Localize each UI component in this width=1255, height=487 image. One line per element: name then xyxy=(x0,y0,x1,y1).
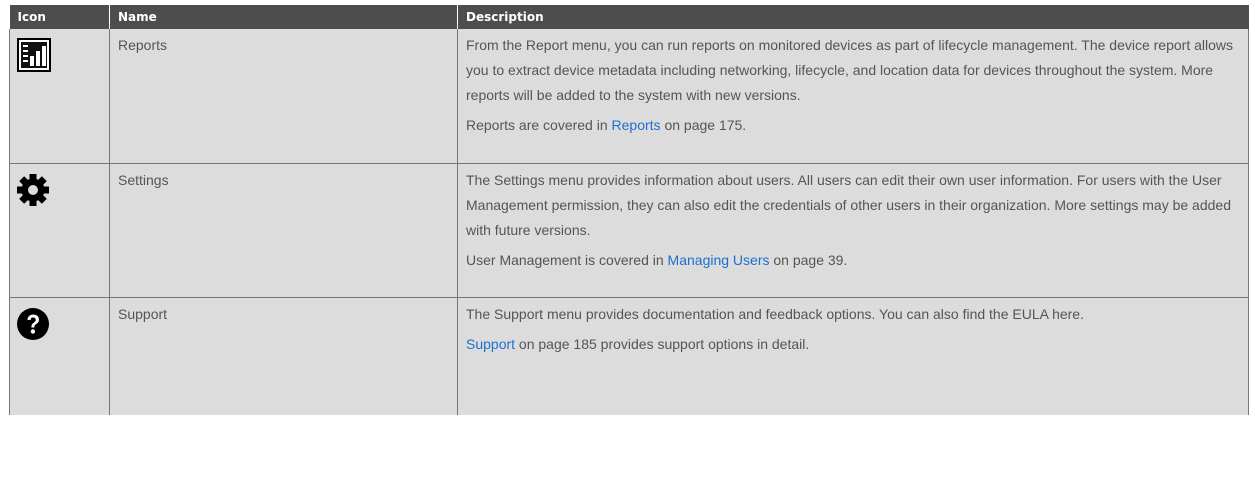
header-description: Description xyxy=(457,5,1249,29)
icon-cell xyxy=(9,29,110,164)
table-header-row: Icon Name Description xyxy=(9,5,1249,29)
row-name: Support xyxy=(109,297,458,415)
header-name: Name xyxy=(109,5,458,29)
row-name: Settings xyxy=(109,163,458,298)
reference-suffix: on page 185 provides support options in … xyxy=(515,336,810,352)
managing-users-link[interactable]: Managing Users xyxy=(668,252,770,268)
header-icon: Icon xyxy=(9,5,110,29)
reference-prefix: User Management is covered in xyxy=(466,252,668,268)
icon-cell xyxy=(9,297,110,415)
question-circle-icon xyxy=(17,308,49,340)
row-name: Reports xyxy=(109,29,458,164)
table-row: Settings The Settings menu provides info… xyxy=(9,163,1249,298)
gear-icon xyxy=(17,174,49,206)
table-row: Support The Support menu provides docume… xyxy=(9,297,1249,415)
icon-cell xyxy=(9,163,110,298)
reference-prefix: Reports are covered in xyxy=(466,117,612,133)
menu-icons-table: Icon Name Description Reports From the R… xyxy=(9,5,1249,415)
reference-suffix: on page 39. xyxy=(769,252,848,268)
row-description: The Settings menu provides information a… xyxy=(466,172,1231,238)
reports-chart-icon xyxy=(17,38,51,72)
support-link[interactable]: Support xyxy=(466,336,515,352)
row-description: From the Report menu, you can run report… xyxy=(466,37,1234,103)
row-reference: User Management is covered in Managing U… xyxy=(466,248,1236,273)
row-description: The Support menu provides documentation … xyxy=(466,306,1084,322)
table-row: Reports From the Report menu, you can ru… xyxy=(9,29,1249,164)
reports-link[interactable]: Reports xyxy=(612,117,661,133)
row-reference: Reports are covered in Reports on page 1… xyxy=(466,113,1236,138)
row-reference: Support on page 185 provides support opt… xyxy=(466,332,1236,357)
reference-suffix: on page 175. xyxy=(660,117,747,133)
